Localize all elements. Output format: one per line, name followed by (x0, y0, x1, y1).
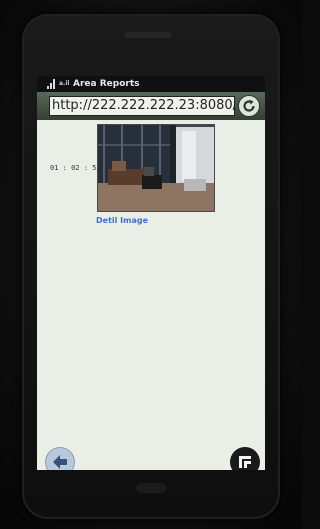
menu-icon (239, 456, 251, 468)
phone-body: a.il Area Reports http://222.222.222.23:… (0, 0, 301, 529)
menu-button[interactable] (230, 447, 260, 470)
back-button[interactable] (45, 447, 75, 470)
reload-icon[interactable] (238, 95, 260, 117)
home-key[interactable] (136, 483, 166, 493)
status-bar: a.il Area Reports (37, 76, 265, 92)
report-content: 01 : 02 : 58 Detil Image (37, 120, 265, 470)
phone-earpiece (124, 32, 172, 38)
url-input[interactable]: http://222.222.222.23:8080/ (49, 96, 235, 116)
app-title: Area Reports (73, 79, 140, 89)
back-arrow-icon (53, 455, 67, 469)
report-timestamp: 01 : 02 : 58 (50, 164, 101, 172)
detail-image-link[interactable]: Detil Image (96, 216, 148, 225)
phone-screen: a.il Area Reports http://222.222.222.23:… (37, 76, 265, 470)
signal-bars-icon (47, 79, 55, 89)
url-bar: http://222.222.222.23:8080/ (37, 92, 265, 120)
data-indicator-icon: a.il (59, 80, 70, 87)
camera-snapshot[interactable] (97, 124, 215, 212)
